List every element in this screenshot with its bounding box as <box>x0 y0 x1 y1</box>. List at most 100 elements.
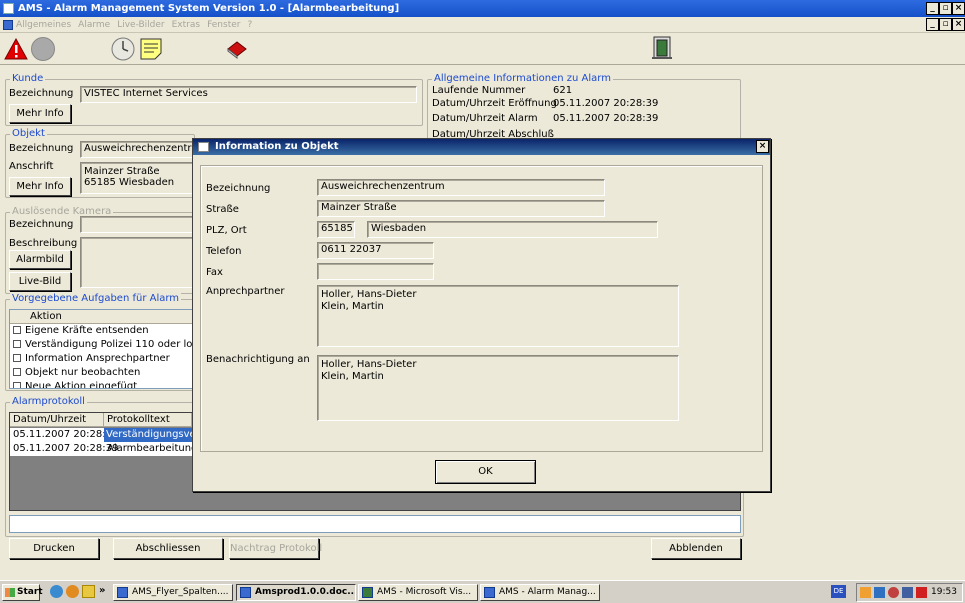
objekt-anschrift-label: Anschrift <box>9 161 54 172</box>
objekt-anschrift-field[interactable]: Mainzer Straße 65185 Wiesbaden <box>80 162 195 194</box>
aufgaben-item[interactable]: Information Ansprechpartner <box>10 352 194 366</box>
menu-alarme[interactable]: Alarme <box>78 17 110 33</box>
window-title: AMS - Alarm Management System Version 1.… <box>18 3 400 14</box>
ansprechpartner-line: Holler, Hans-Dieter <box>321 289 417 300</box>
tray-icon-2[interactable] <box>874 587 885 598</box>
aufgaben-item[interactable]: Neue Aktion eingefügt <box>10 380 194 388</box>
menu-help[interactable]: ? <box>247 17 252 33</box>
dlg-plz-ort-label: PLZ, Ort <box>206 225 247 236</box>
aufgaben-header[interactable]: Aktion <box>10 310 194 324</box>
dialog-title-bar: Information zu Objekt <box>193 139 770 155</box>
ok-button[interactable]: OK <box>435 460 536 484</box>
task-visio[interactable]: AMS - Microsoft Vis... <box>358 584 478 601</box>
dlg-telefon-field[interactable]: 0611 22037 <box>317 242 434 259</box>
dlg-fax-label: Fax <box>206 267 223 278</box>
benachrichtigung-line: Klein, Martin <box>321 371 384 382</box>
exit-door-icon[interactable] <box>651 36 673 63</box>
abschliessen-button[interactable]: Abschliessen <box>113 538 223 559</box>
kunde-bezeichnung-field[interactable]: VISTEC Internet Services <box>80 86 417 103</box>
system-tray: 19:53 <box>856 583 963 602</box>
aufgaben-item[interactable]: Verständigung Polizei 110 oder loka <box>10 338 194 352</box>
checkbox[interactable] <box>13 340 21 348</box>
objekt-legend: Objekt <box>10 128 47 139</box>
minimize-button[interactable]: _ <box>926 2 939 15</box>
objekt-bezeichnung-field[interactable]: Ausweichrechenzentrum <box>80 141 195 158</box>
quicklaunch-more-icon[interactable]: » <box>99 585 105 596</box>
dlg-ansprechpartner-label: Anprechpartner <box>206 286 285 297</box>
aufgaben-legend: Vorgegebene Aufgaben für Alarm <box>10 293 182 304</box>
protokoll-header-datum[interactable]: Datum/Uhrzeit <box>10 413 104 427</box>
word-doc-icon <box>240 587 251 598</box>
dlg-strasse-field[interactable]: Mainzer Straße <box>317 200 605 217</box>
checkbox[interactable] <box>13 354 21 362</box>
drucken-button[interactable]: Drucken <box>9 538 99 559</box>
book-icon[interactable] <box>226 39 248 62</box>
menu-live-bilder[interactable]: Live-Bilder <box>117 17 164 33</box>
clock-icon[interactable] <box>111 37 135 64</box>
mdi-maximize-button[interactable]: ▫ <box>939 18 952 31</box>
table-row[interactable]: 05.11.2007 20:28:52 Verständigungsver <box>10 428 192 442</box>
aufgaben-item[interactable]: Eigene Kräfte entsenden <box>10 324 194 338</box>
objekt-anschrift-line1: Mainzer Straße <box>84 166 160 177</box>
abblenden-button[interactable]: Abblenden <box>651 538 741 559</box>
quicklaunch-firefox-icon[interactable] <box>66 585 79 598</box>
mdi-minimize-button[interactable]: _ <box>926 18 939 31</box>
clock[interactable]: 19:53 <box>931 587 957 597</box>
protokoll-row-date: 05.11.2007 20:28:39 <box>13 443 119 454</box>
kunde-mehr-info-button[interactable]: Mehr Info <box>9 104 71 123</box>
task-flyer[interactable]: AMS_Flyer_Spalten.... <box>113 584 233 601</box>
status-circle-icon[interactable] <box>31 37 55 61</box>
menu-allgemeines[interactable]: Allgemeines <box>16 17 71 33</box>
checkbox[interactable] <box>13 382 21 388</box>
kamera-bezeichnung-field[interactable] <box>80 216 195 233</box>
maximize-button[interactable]: ▫ <box>939 2 952 15</box>
nachtrag-protokoll-button[interactable]: Nachtrag Protokoll <box>229 538 322 559</box>
dlg-benachrichtigung-label: Benachrichtigung an <box>206 354 310 365</box>
dlg-fax-field[interactable] <box>317 263 434 280</box>
kamera-bezeichnung-label: Bezeichnung <box>9 219 74 230</box>
notes-icon[interactable] <box>139 37 163 64</box>
dialog-icon <box>198 142 209 152</box>
livebild-button[interactable]: Live-Bild <box>9 272 71 291</box>
alarm-warning-icon[interactable] <box>4 37 28 63</box>
task-ams[interactable]: AMS - Alarm Manag... <box>480 584 600 601</box>
tray-icon-3[interactable] <box>888 587 899 598</box>
checkbox[interactable] <box>13 326 21 334</box>
laufende-nummer-label: Laufende Nummer <box>432 85 526 96</box>
dlg-plz-field[interactable]: 65185 <box>317 221 355 238</box>
start-button[interactable]: Start <box>2 584 43 601</box>
objekt-mehr-info-button[interactable]: Mehr Info <box>9 177 71 196</box>
ams-app-icon <box>484 587 495 598</box>
dlg-ort-field[interactable]: Wiesbaden <box>367 221 658 238</box>
quicklaunch-app-icon[interactable] <box>82 585 95 598</box>
dlg-bezeichnung-label: Bezeichnung <box>206 183 271 194</box>
windows-logo-icon <box>5 588 15 597</box>
quicklaunch-ie-icon[interactable] <box>50 585 63 598</box>
alarmbild-button[interactable]: Alarmbild <box>9 250 71 269</box>
task-amsprod[interactable]: Amsprod1.0.0.doc... <box>236 584 356 601</box>
tray-icon-5[interactable] <box>916 587 927 598</box>
aufgaben-list[interactable]: Aktion Eigene Kräfte entsenden Verständi… <box>9 309 195 389</box>
dlg-benachrichtigung-field[interactable]: Holler, Hans-Dieter Klein, Martin <box>317 355 679 421</box>
window-title-bar: AMS - Alarm Management System Version 1.… <box>0 0 965 17</box>
kamera-beschreibung-field[interactable] <box>80 237 195 288</box>
protokoll-input[interactable] <box>9 515 741 533</box>
dlg-ansprechpartner-field[interactable]: Holler, Hans-Dieter Klein, Martin <box>317 285 679 347</box>
table-row[interactable]: 05.11.2007 20:28:39 Alarmbearbeitung <box>10 442 197 456</box>
aufgaben-item[interactable]: Objekt nur beobachten <box>10 366 194 380</box>
tray-icon-1[interactable] <box>860 587 871 598</box>
dlg-bezeichnung-field[interactable]: Ausweichrechenzentrum <box>317 179 605 196</box>
language-indicator[interactable]: DE <box>831 585 846 598</box>
menu-fenster[interactable]: Fenster <box>207 17 240 33</box>
close-button[interactable]: × <box>952 2 965 15</box>
app-icon <box>3 3 14 14</box>
mdi-close-button[interactable]: × <box>952 18 965 31</box>
dialog-close-button[interactable]: × <box>756 140 769 153</box>
tray-icon-4[interactable] <box>902 587 913 598</box>
menu-extras[interactable]: Extras <box>172 17 200 33</box>
ansprechpartner-line: Klein, Martin <box>321 301 384 312</box>
alarm-zeit-value: 05.11.2007 20:28:39 <box>553 113 659 124</box>
protokoll-header-text[interactable]: Protokolltext <box>104 413 192 427</box>
menu-bar: Allgemeines Alarme Live-Bilder Extras Fenste… <box>0 17 965 33</box>
checkbox[interactable] <box>13 368 21 376</box>
